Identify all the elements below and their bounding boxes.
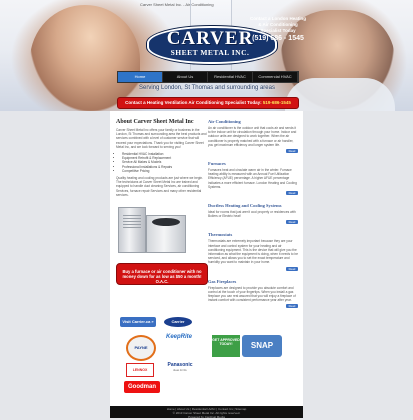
section-text: Ideal for rooms that just aren't cool pr… [208,210,296,219]
page-title: About Carver Sheet Metal Inc [116,119,194,125]
read-more-button[interactable]: Read More [286,266,298,275]
read-more-button[interactable]: Read More [286,220,298,228]
hero-photo-woman [30,5,140,111]
panasonic-tagline: ideas for life [173,369,187,372]
section-ductless: Ductless Heating and Cooling Systems Ide… [208,203,298,228]
main-column: About Carver Sheet Metal Inc Carver Shee… [116,119,208,286]
logo-subtitle: SHEET METAL INC. [170,48,250,57]
content-panel: About Carver Sheet Metal Inc Carver Shee… [110,111,303,406]
keeprite-logo[interactable]: KeepRite [164,333,194,341]
section-air-conditioning: Air Conditioning An air conditioner is t… [208,119,298,157]
section-title[interactable]: Ductless Heating and Cooling Systems [208,203,298,208]
hero-tagline: Serving London, St Thomas and surroundin… [139,85,275,91]
main-nav: Home About Us Residential HVAC Commercia… [117,71,299,83]
top-note: Carver Sheet Metal Inc. - Air Conditioni… [140,2,214,7]
contact-banner[interactable]: Contact a Heating Ventilation Air Condit… [117,97,299,109]
read-more-button[interactable]: Read More [286,191,298,199]
nav-item-home[interactable]: Home [118,72,163,82]
nav-item-commercial[interactable]: Commercial HVAC [253,72,298,82]
list-item: Competitive Pricing [122,169,208,173]
product-image [116,203,208,259]
section-title[interactable]: Gas Fireplaces [208,279,298,284]
air-conditioner-image [146,215,186,254]
lennox-logo[interactable]: LENNOX [126,363,154,377]
contact-phone[interactable]: (519) 686 - 1545 [250,35,306,42]
section-text: Fireplaces are designed to provide you a… [208,285,296,303]
hero-banner: Carver Sheet Metal Inc. - Air Conditioni… [0,0,413,111]
payne-logo[interactable]: PAYNE [126,335,156,361]
financing-promo[interactable]: Buy a furnace or air conditioner with no… [116,263,208,286]
goodman-logo[interactable]: Goodman [124,381,160,393]
snap-logo[interactable]: SNAP [242,335,282,357]
footer: Home | About Us | Residential HVAC | Con… [110,406,303,419]
energy-approved-badge[interactable]: GET APPROVED TODAY! [212,335,240,357]
contact-line-3: Specialist Today [260,28,296,33]
header-contact: Contact a London Heating & Air Condition… [250,16,306,42]
services-list: Residential HVAC Installation Equipment … [116,152,208,173]
section-title[interactable]: Furnaces [208,161,298,166]
nav-item-residential[interactable]: Residential HVAC [208,72,253,82]
section-text: Thermostats are extremely important beca… [208,239,299,265]
section-text: An air conditioner is the outdoor unit t… [208,126,297,147]
section-gas-fireplaces: Gas Fireplaces Fireplaces are designed t… [208,279,298,312]
section-title[interactable]: Air Conditioning [208,119,298,124]
furnace-image [118,207,146,254]
intro-text: Carver Sheet Metal Inc offers your famil… [116,128,207,149]
carrier-logo[interactable]: Carrier [164,317,192,327]
section-thermostats: Thermostats Thermostats are extremely im… [208,232,299,275]
section-furnaces: Furnaces Furnaces heat and circulate war… [208,161,298,199]
nav-item-about[interactable]: About Us [163,72,208,82]
read-more-button[interactable]: Read More [286,149,298,157]
contact-banner-text: Contact a Heating Ventilation Air Condit… [125,100,262,105]
read-more-button[interactable]: Read More [286,304,298,312]
hero-photo-shirt [285,78,395,111]
page: Carver Sheet Metal Inc. - Air Conditioni… [0,0,413,420]
section-text: Furnaces heat and circulate warm air in … [208,168,297,189]
panasonic-logo[interactable]: Panasonic [162,361,198,369]
footer-credit[interactable]: Powered by Cardinal Media [110,415,303,419]
quality-text: Quality heating and cooling products are… [116,176,204,197]
sidebar-column: Air Conditioning An air conditioner is t… [208,119,298,316]
visit-carrier-button[interactable]: Visit Carrier.ca » [120,317,156,327]
section-title[interactable]: Thermostats [208,232,298,237]
contact-banner-phone[interactable]: 519-686-1545 [263,100,291,105]
